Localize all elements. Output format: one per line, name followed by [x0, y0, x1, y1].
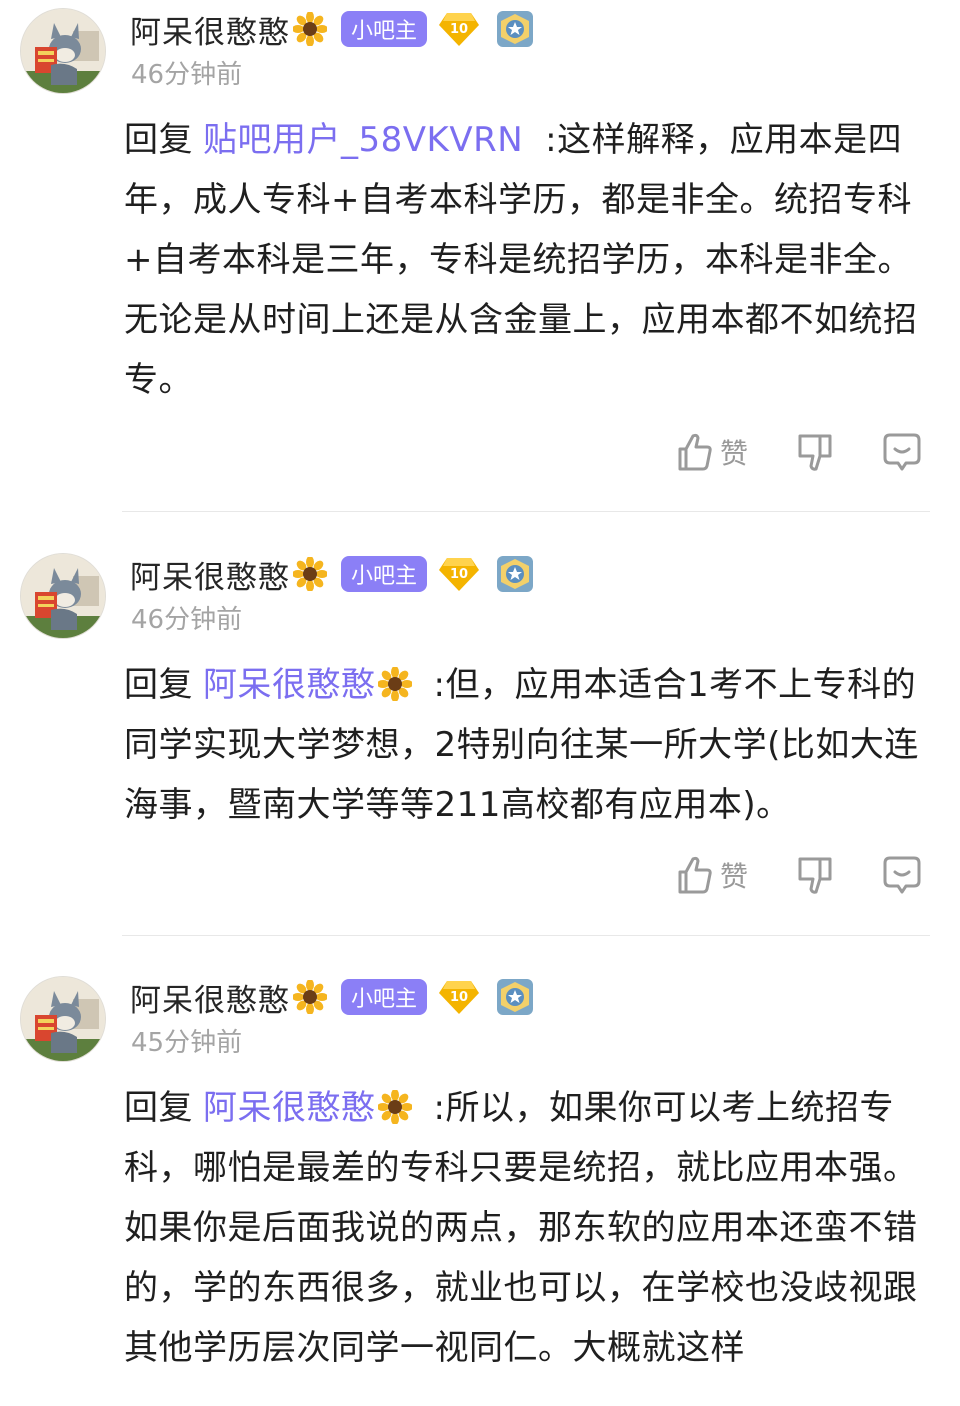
- comment-body: 回复 阿呆很憨憨 :但，应用本适合1考不上专科的同学实现大学梦想，2特别向往某一所…: [124, 655, 934, 835]
- comment-header: 阿呆很憨憨 小吧主 10: [130, 974, 535, 1020]
- username[interactable]: 阿呆很憨憨: [130, 7, 290, 52]
- comment-thread: 阿呆很憨憨 小吧主 10 46分钟前 回复 贴吧用户_58VKVRN:这样解释…: [0, 0, 960, 1406]
- moderator-badge: 小吧主: [341, 979, 428, 1015]
- medal-icon: [495, 9, 535, 49]
- comment-icon: [883, 433, 921, 471]
- comment-header: 阿呆很憨憨 小吧主 10: [130, 6, 535, 52]
- sunflower-icon: [377, 667, 412, 701]
- comment-time: 46分钟前: [131, 60, 243, 90]
- comment-actions: 赞: [676, 430, 922, 474]
- comment-body: 回复 阿呆很憨憨 :所以，如果你可以考上统招专科，哪怕是最差的专科只要是统招，就比…: [124, 1078, 934, 1378]
- comment-text: :所以，如果你可以考上统招专科，哪怕是最差的专科只要是统招，就比应用本强。如果你…: [124, 1088, 918, 1368]
- comment-actions: 赞: [676, 853, 922, 897]
- level-badge: 10: [439, 556, 480, 592]
- comment-time: 46分钟前: [131, 605, 243, 635]
- level-number: 10: [449, 21, 469, 37]
- level-number: 10: [449, 566, 469, 582]
- like-label: 赞: [719, 860, 748, 893]
- reply-target-name[interactable]: 阿呆很憨憨: [203, 1088, 376, 1128]
- level-badge: 10: [439, 11, 480, 47]
- sunflower-icon: [377, 1090, 412, 1124]
- sunflower-icon: [292, 556, 328, 592]
- level-number: 10: [449, 989, 469, 1005]
- like-button[interactable]: 赞: [676, 432, 748, 472]
- avatar[interactable]: [20, 8, 106, 94]
- like-label: 赞: [719, 437, 748, 470]
- reply-prefix: 回复: [124, 665, 193, 705]
- reply-target-user[interactable]: 阿呆很憨憨: [203, 665, 412, 705]
- thumbs-down-icon: [798, 857, 832, 894]
- moderator-badge: 小吧主: [341, 11, 428, 47]
- reply-button[interactable]: [882, 855, 922, 895]
- sunflower-icon: [292, 11, 328, 47]
- sunflower-icon: [292, 979, 328, 1015]
- reply-button[interactable]: [882, 432, 922, 472]
- dislike-button[interactable]: [796, 855, 834, 895]
- comment-time: 45分钟前: [131, 1028, 243, 1058]
- thumbs-down-icon: [798, 434, 832, 471]
- comment-header: 阿呆很憨憨 小吧主 10: [130, 551, 535, 597]
- comment-text: :这样解释，应用本是四年，成人专科+自考本科学历，都是非全。统招专科+自考本科是…: [124, 120, 918, 400]
- divider: [122, 511, 930, 512]
- level-badge: 10: [439, 979, 480, 1015]
- like-button[interactable]: 赞: [676, 855, 748, 895]
- divider: [122, 935, 930, 936]
- reply-target-user[interactable]: 阿呆很憨憨: [203, 1088, 412, 1128]
- comment-icon: [883, 856, 921, 894]
- dislike-button[interactable]: [796, 432, 834, 472]
- username[interactable]: 阿呆很憨憨: [130, 975, 290, 1020]
- reply-target-name[interactable]: 阿呆很憨憨: [203, 665, 376, 705]
- medal-icon: [495, 554, 535, 594]
- reply-prefix: 回复: [124, 120, 193, 160]
- reply-target-user[interactable]: 贴吧用户_58VKVRN: [203, 120, 523, 160]
- medal-icon: [495, 977, 535, 1017]
- moderator-badge: 小吧主: [341, 556, 428, 592]
- thumbs-up-icon: [678, 856, 712, 894]
- thumbs-up-icon: [678, 433, 712, 471]
- comment-body: 回复 贴吧用户_58VKVRN:这样解释，应用本是四年，成人专科+自考本科学历，都…: [124, 110, 934, 410]
- username[interactable]: 阿呆很憨憨: [130, 552, 290, 597]
- reply-prefix: 回复: [124, 1088, 193, 1128]
- avatar[interactable]: [20, 976, 106, 1062]
- avatar[interactable]: [20, 553, 106, 639]
